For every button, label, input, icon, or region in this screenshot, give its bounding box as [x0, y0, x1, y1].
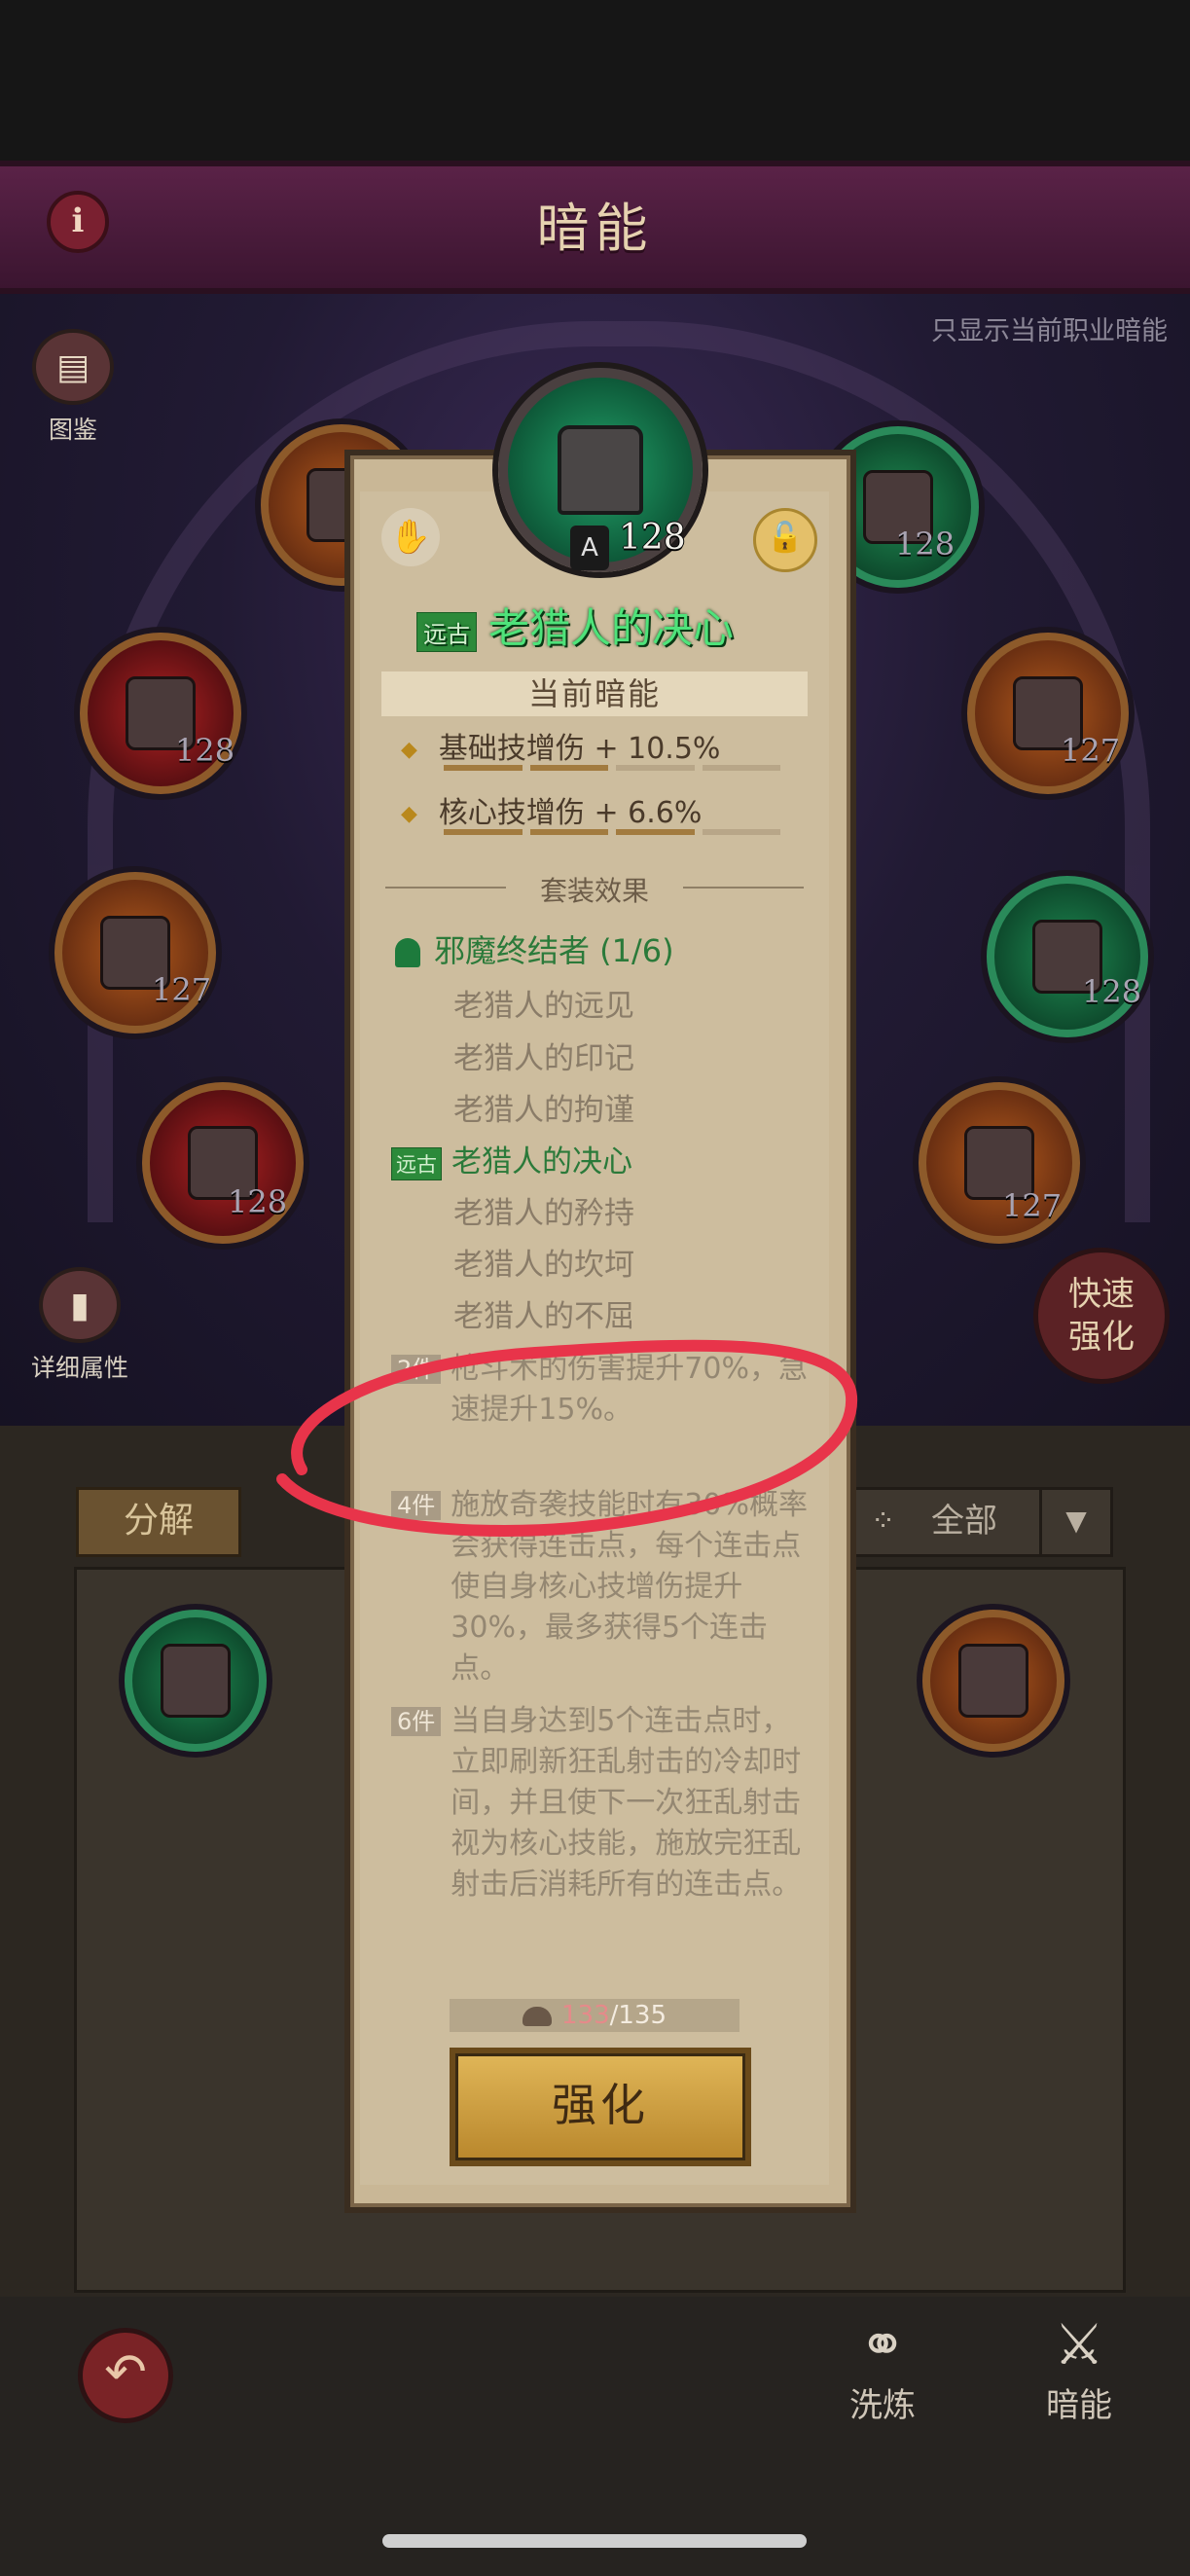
set-piece: 老猎人的坎坷	[453, 1248, 634, 1283]
dark-energy-icon: ⚔	[1054, 2311, 1104, 2377]
set-name-text: 邪魔终结者 (1/6)	[434, 932, 674, 969]
stat-text: 基础技增伤 + 10.5%	[438, 732, 721, 766]
info-button[interactable]: i	[47, 191, 109, 253]
page-title: 暗能	[536, 198, 654, 259]
diamond-icon: ◆	[401, 802, 417, 826]
back-button[interactable]: ↶	[78, 2328, 173, 2423]
set-piece: 老猎人的印记	[453, 1041, 634, 1076]
top-void	[0, 0, 1190, 161]
home-indicator[interactable]	[382, 2534, 807, 2548]
filter-dropdown[interactable]: ⁘ 全部 ▼	[848, 1487, 1113, 1557]
rarity-tag: 远古	[391, 1146, 442, 1180]
inventory-item-1[interactable]	[125, 1610, 267, 1752]
hunter-class-icon: A	[570, 526, 609, 570]
set-piece: 老猎人的远见	[453, 989, 634, 1024]
grid-icon: ⁘	[871, 1505, 896, 1539]
glove-icon[interactable]: ✋	[381, 508, 440, 566]
class-filter-hint[interactable]: 只显示当前职业暗能	[837, 309, 1168, 347]
rarity-tag: 远古	[416, 611, 477, 652]
stat-progress	[444, 829, 780, 835]
ore-icon	[522, 2006, 552, 2026]
slot-level: 127	[152, 971, 212, 1008]
decompose-label: 分解	[123, 1501, 194, 1541]
info-icon: i	[71, 201, 85, 240]
chevron-down-icon: ▼	[1039, 1490, 1110, 1554]
unlock-icon[interactable]: 🔓	[753, 508, 817, 572]
filter-label: 全部	[931, 1502, 997, 1541]
diamond-icon: ◆	[401, 738, 417, 762]
set-effect-title: 套装效果	[506, 870, 683, 909]
bonus-count: 6件	[391, 1707, 442, 1736]
annotation-circle	[276, 1339, 858, 1537]
material-cost: 133/135	[450, 1999, 739, 2032]
set-bonus-6: 6件 当自身达到5个连击点时，立即刷新狂乱射击的冷却时间，并且使下一次狂乱射击视为…	[391, 1701, 815, 1905]
book-icon: ▤	[32, 329, 114, 405]
slot-level: 128	[1082, 973, 1142, 1010]
decompose-button[interactable]: 分解	[76, 1487, 241, 1557]
slot-level: 128	[175, 732, 235, 769]
slot-level: 127	[1061, 732, 1121, 769]
set-piece-name: 老猎人的决心	[451, 1144, 632, 1179]
codex-label: 图鉴	[48, 416, 97, 444]
set-piece-owned: 远古 老猎人的决心	[391, 1137, 632, 1180]
stats-icon: ▮	[39, 1267, 121, 1343]
detail-attrs-button[interactable]: ▮ 详细属性	[21, 1267, 138, 1384]
slot-level: 128	[895, 526, 956, 562]
refine-icon: ⚭	[858, 2311, 907, 2377]
stat-progress	[444, 765, 780, 771]
quick-enhance-button[interactable]: 快速强化	[1033, 1248, 1170, 1384]
slot-level: 128	[228, 1183, 288, 1220]
equip-slot-7[interactable]	[987, 876, 1148, 1037]
tab-refine-label: 洗炼	[849, 2386, 916, 2425]
stat-row: ◆ 核心技增伤 + 6.6%	[401, 788, 702, 831]
stat-row: ◆ 基础技增伤 + 10.5%	[401, 724, 720, 767]
set-piece: 老猎人的矜持	[453, 1196, 634, 1231]
item-name: 老猎人的决心	[488, 604, 735, 652]
equip-slot-3[interactable]	[54, 872, 216, 1034]
item-level: 128	[619, 518, 686, 558]
stat-text: 核心技增伤 + 6.6%	[438, 796, 703, 830]
tab-dark-energy-label: 暗能	[1046, 2386, 1112, 2425]
quick-enhance-label: 快速强化	[1068, 1275, 1135, 1357]
set-piece: 老猎人的拘谨	[453, 1093, 634, 1128]
tab-refine[interactable]: ⚭ 洗炼	[819, 2310, 946, 2426]
cost-total: /135	[609, 2001, 667, 2030]
inventory-item-2[interactable]	[922, 1610, 1064, 1752]
codex-button[interactable]: ▤ 图鉴	[29, 329, 117, 446]
back-arrow-icon: ↶	[104, 2343, 147, 2402]
set-name: 邪魔终结者 (1/6)	[395, 926, 674, 971]
item-title: 远古 老猎人的决心	[416, 596, 734, 655]
detail-attrs-label: 详细属性	[30, 1354, 128, 1382]
equip-slot-2[interactable]	[80, 633, 241, 794]
bonus-text: 当自身达到5个连击点时，立即刷新狂乱射击的冷却时间，并且使下一次狂乱射击视为核心…	[451, 1704, 802, 1902]
chest-armor-icon	[161, 1644, 231, 1718]
equip-slot-6[interactable]	[967, 633, 1129, 794]
current-energy-header: 当前暗能	[381, 671, 808, 716]
amulet-icon	[958, 1644, 1028, 1718]
hood-icon	[395, 938, 420, 967]
enhance-button[interactable]: 强化	[450, 2048, 751, 2166]
boots-icon	[558, 425, 643, 515]
enhance-label: 强化	[552, 2079, 649, 2131]
cost-current: 133	[560, 2001, 610, 2030]
slot-level: 127	[1002, 1187, 1063, 1224]
tab-dark-energy[interactable]: ⚔ 暗能	[1016, 2310, 1142, 2426]
